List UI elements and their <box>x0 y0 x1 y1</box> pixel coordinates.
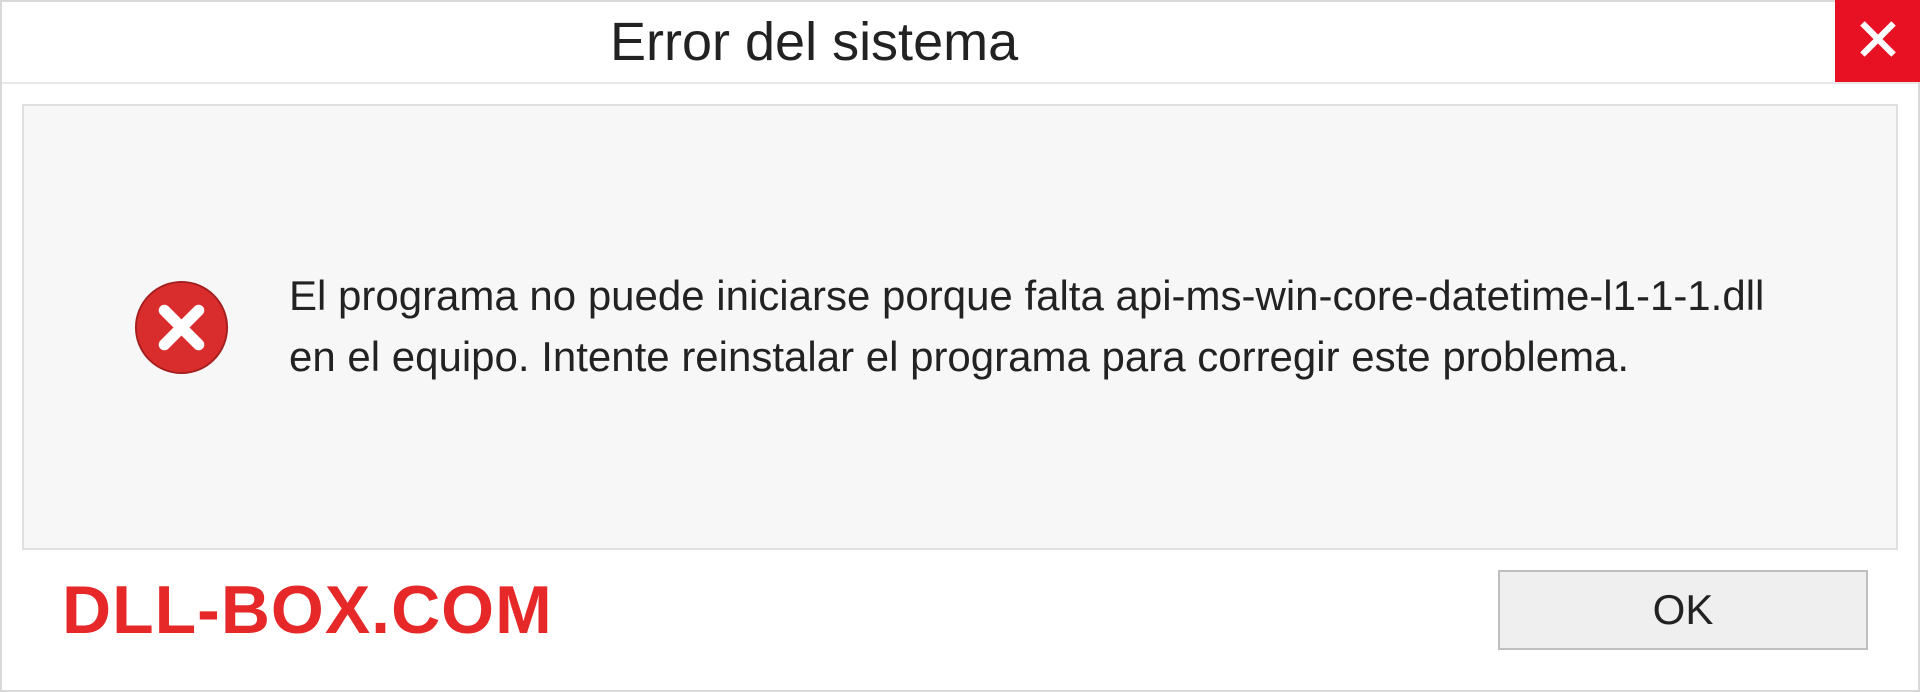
ok-button[interactable]: OK <box>1498 570 1868 650</box>
titlebar: Error del sistema <box>2 2 1918 84</box>
close-icon <box>1858 19 1898 64</box>
error-dialog: Error del sistema El programa no puede i… <box>0 0 1920 692</box>
content-area: El programa no puede iniciarse porque fa… <box>2 84 1918 690</box>
dialog-footer: DLL-BOX.COM OK <box>22 550 1898 670</box>
watermark-text: DLL-BOX.COM <box>62 571 553 649</box>
ok-button-label: OK <box>1653 586 1714 634</box>
close-button[interactable] <box>1835 0 1920 82</box>
error-circle-x-icon <box>134 280 229 375</box>
error-message-text: El programa no puede iniciarse porque fa… <box>289 266 1806 388</box>
dialog-title: Error del sistema <box>610 11 1018 73</box>
message-panel: El programa no puede iniciarse porque fa… <box>22 104 1898 550</box>
